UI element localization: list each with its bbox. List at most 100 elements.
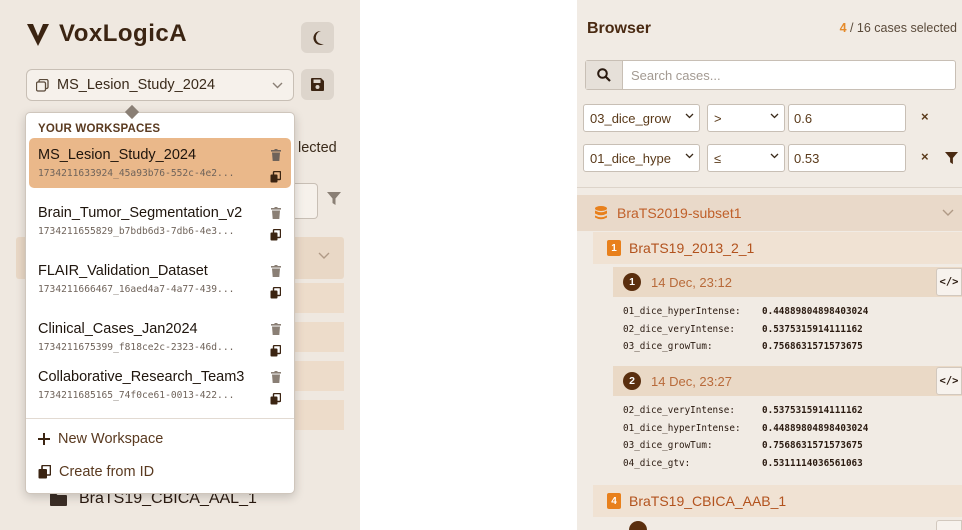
metric-value: 0.7568631571573675 [762, 440, 863, 451]
case-name: BraTS19_2013_2_1 [629, 240, 755, 256]
filter-field-value: 01_dice_hype [590, 150, 671, 166]
theme-toggle-button[interactable] [301, 22, 334, 53]
filter-icon[interactable] [327, 192, 341, 206]
workspace-sidebar: VoxLogicA MS_Lesion_Study_2024 lected Br… [0, 0, 360, 530]
remove-filter-button[interactable]: × [921, 149, 929, 164]
metric-key: 03_dice_growTum: [623, 440, 713, 451]
view-code-button[interactable]: </> [936, 268, 962, 296]
plus-icon [38, 433, 50, 445]
database-icon [595, 206, 607, 220]
dropdown-header: YOUR WORKSPACES [38, 123, 161, 135]
metric-row: 01_dice_hyperIntense: 0.44889804898403024 [623, 420, 868, 438]
metric-key: 01_dice_hyperIntense: [623, 422, 741, 434]
selected-count: 4 [839, 21, 847, 35]
filter-operator-value: > [714, 110, 722, 126]
case-number-badge: 4 [607, 493, 621, 509]
case-search-input[interactable] [623, 61, 955, 89]
filter-icon[interactable] [945, 152, 958, 165]
chevron-down-icon [272, 82, 283, 88]
dataset-label: BraTS2019-subset1 [617, 205, 742, 221]
workspace-item[interactable]: Brain_Tumor_Segmentation_v2 173421165582… [29, 196, 291, 246]
save-icon [311, 78, 324, 91]
trash-icon[interactable] [271, 265, 281, 277]
workspace-icon [36, 78, 49, 92]
copy-icon[interactable] [270, 171, 281, 183]
dataset-group-header[interactable]: BraTS2019-subset1 [577, 195, 962, 231]
selection-count-text: lected [298, 140, 337, 156]
folder-icon [50, 493, 67, 506]
workspace-item[interactable]: MS_Lesion_Study_2024 1734211633924_45a93… [29, 138, 291, 188]
case-number-badge: 1 [607, 240, 621, 256]
case-search-box [585, 60, 956, 90]
workspace-item[interactable]: FLAIR_Validation_Dataset 1734211666467_1… [29, 254, 291, 304]
copy-icon[interactable] [270, 287, 281, 299]
filter-operator-value: ≤ [714, 150, 722, 166]
workspace-item[interactable]: Collaborative_Research_Team3 17342116851… [29, 360, 291, 410]
workspace-name: Collaborative_Research_Team3 [38, 369, 245, 385]
browser-title: Browser [587, 20, 652, 37]
filter-value-input[interactable]: 0.6 [788, 104, 906, 132]
trash-icon[interactable] [271, 371, 281, 383]
create-from-id-label: Create from ID [59, 464, 155, 480]
metric-row: 02_dice_veryIntense: 0.5375315914111162 [623, 321, 868, 339]
filter-field-select[interactable]: 01_dice_hype [583, 144, 700, 172]
metric-value: 0.5375315914111162 [762, 323, 863, 335]
run-header[interactable]: 2 14 Dec, 23:27 </> [613, 366, 962, 396]
metric-row: 03_dice_growTum: 0.7568631571573675 [623, 437, 868, 455]
metric-value: 0.44889804898403024 [762, 306, 869, 317]
metric-row: 03_dice_growTum: 0.7568631571573675 [623, 338, 868, 356]
search-button[interactable] [586, 61, 623, 89]
workspace-select[interactable]: MS_Lesion_Study_2024 [26, 69, 294, 101]
metric-key: 02_dice_veryIntense: [623, 405, 735, 416]
metric-row: 04_dice_gtv: 0.5311114036561063 [623, 455, 868, 473]
run-timestamp: 14 Dec, 23:27 [651, 373, 732, 389]
workspace-name: MS_Lesion_Study_2024 [38, 147, 197, 163]
chevron-down-icon [770, 153, 779, 159]
create-from-id-button[interactable]: Create from ID [38, 464, 154, 480]
copy-icon [38, 465, 51, 479]
metric-value: 0.7568631571573675 [762, 341, 863, 352]
moon-icon [312, 30, 324, 45]
workspace-item[interactable]: Clinical_Cases_Jan2024 1734211675399_f81… [29, 312, 291, 362]
run-number-badge: 2 [623, 372, 641, 390]
case-header[interactable]: 4 BraTS19_CBICA_AAB_1 [593, 485, 962, 517]
view-code-button[interactable] [936, 520, 962, 530]
panel-divider [577, 187, 962, 188]
run-header[interactable]: 1 14 Dec, 23:12 </> [613, 267, 962, 297]
case-browser-panel: Browser 4 / 16 cases selected 03_dice_gr… [577, 0, 962, 530]
copy-icon[interactable] [270, 345, 281, 357]
copy-icon[interactable] [270, 393, 281, 405]
workspace-id: 1734211666467_16aed4a7-4a77-439... [38, 284, 235, 295]
filter-operator-select[interactable]: ≤ [707, 144, 785, 172]
copy-icon[interactable] [270, 229, 281, 241]
view-code-button[interactable]: </> [936, 367, 962, 395]
selected-total: / 16 cases selected [846, 21, 957, 35]
search-icon [597, 68, 611, 82]
workspace-select-value: MS_Lesion_Study_2024 [57, 77, 216, 93]
app-name: VoxLogicA [59, 20, 188, 47]
metric-key: 02_dice_veryIntense: [623, 323, 735, 335]
selection-status: 4 / 16 cases selected [840, 21, 957, 35]
chevron-down-icon [685, 153, 694, 159]
trash-icon[interactable] [271, 149, 281, 161]
filter-field-value: 03_dice_grow [590, 110, 671, 126]
trash-icon[interactable] [271, 323, 281, 335]
workspace-id: 1734211655829_b7bdb6d3-7db6-4e3... [38, 226, 235, 237]
workspace-name: Brain_Tumor_Segmentation_v2 [38, 205, 243, 221]
filter-value-input[interactable]: 0.53 [788, 144, 906, 172]
dropdown-divider [26, 418, 294, 419]
filter-field-select[interactable]: 03_dice_grow [583, 104, 700, 132]
chevron-down-icon [770, 113, 779, 119]
workspace-id: 1734211675399_f818ce2c-2323-46d... [38, 342, 235, 353]
case-header[interactable]: 1 BraTS19_2013_2_1 [593, 232, 962, 264]
metric-row: 01_dice_hyperIntense: 0.44889804898403024 [623, 303, 868, 321]
filter-operator-select[interactable]: > [707, 104, 785, 132]
trash-icon[interactable] [271, 207, 281, 219]
case-name: BraTS19_CBICA_AAB_1 [629, 493, 787, 509]
save-button[interactable] [301, 69, 334, 100]
run-number-badge[interactable] [629, 521, 647, 530]
run-timestamp: 14 Dec, 23:12 [651, 274, 732, 290]
new-workspace-button[interactable]: New Workspace [38, 431, 163, 447]
remove-filter-button[interactable]: × [921, 109, 929, 124]
metric-value: 0.5311114036561063 [762, 457, 863, 469]
